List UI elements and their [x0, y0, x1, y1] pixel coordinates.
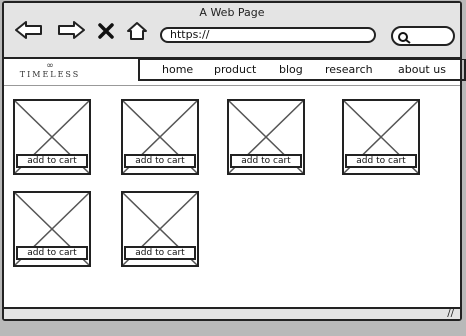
product-card: add to cart	[13, 99, 91, 175]
add-to-cart-button[interactable]: add to cart	[124, 246, 196, 260]
product-card: add to cart	[121, 99, 199, 175]
product-card: add to cart	[227, 99, 305, 175]
arrow-right-icon[interactable]	[56, 21, 86, 43]
status-bar: //	[4, 307, 460, 319]
product-card: add to cart	[13, 191, 91, 267]
address-bar[interactable]: https://	[160, 27, 376, 43]
logo-text: TIMELESS	[19, 70, 81, 79]
close-icon[interactable]	[98, 23, 114, 43]
header-divider	[4, 85, 460, 86]
resize-grip-icon[interactable]: //	[447, 308, 454, 319]
main-nav: home product blog research about us	[138, 59, 466, 81]
add-to-cart-button[interactable]: add to cart	[16, 154, 88, 168]
search-button[interactable]	[391, 26, 455, 46]
search-icon	[398, 32, 411, 44]
add-to-cart-button[interactable]: add to cart	[345, 154, 417, 168]
nav-item-product[interactable]: product	[214, 63, 256, 76]
nav-item-blog[interactable]: blog	[279, 63, 303, 76]
nav-item-home[interactable]: home	[162, 63, 193, 76]
add-to-cart-button[interactable]: add to cart	[16, 246, 88, 260]
infinity-icon: ∞	[46, 61, 54, 71]
home-icon[interactable]	[126, 21, 148, 45]
add-to-cart-button[interactable]: add to cart	[124, 154, 196, 168]
site-logo[interactable]: ∞ TIMELESS	[10, 61, 90, 80]
arrow-left-icon[interactable]	[14, 21, 44, 43]
browser-toolbar: A Web Page https://	[4, 3, 460, 59]
product-card: add to cart	[342, 99, 420, 175]
nav-item-research[interactable]: research	[325, 63, 373, 76]
site-header: ∞ TIMELESS home product blog research ab…	[4, 59, 466, 85]
add-to-cart-button[interactable]: add to cart	[230, 154, 302, 168]
window-title: A Web Page	[199, 6, 265, 19]
browser-window: A Web Page https:// ∞ TIMELESS home prod…	[2, 1, 466, 321]
nav-item-about-us[interactable]: about us	[398, 63, 446, 76]
product-card: add to cart	[121, 191, 199, 267]
